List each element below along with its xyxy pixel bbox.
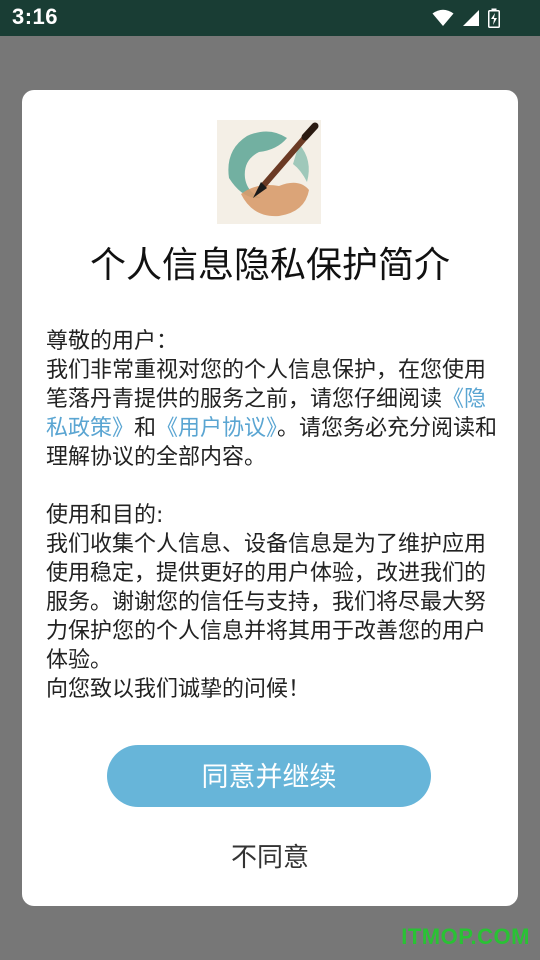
usage-heading: 使用和目的: <box>46 503 164 528</box>
status-icons <box>432 6 500 30</box>
battery-icon <box>488 8 500 28</box>
privacy-dialog: 个人信息隐私保护简介 尊敬的用户： 我们非常重视对您的个人信息保护，在您使用笔落… <box>22 90 518 906</box>
site-watermark: ITMOP.COM <box>401 924 530 949</box>
app-logo <box>217 120 321 224</box>
status-time: 3:16 <box>12 4 59 29</box>
intro-text-part1: 我们非常重视对您的个人信息保护，在您使用笔落丹青提供的服务之前，请您仔细阅读 <box>46 358 487 412</box>
disagree-button[interactable]: 不同意 <box>170 830 370 882</box>
and-text: 和 <box>134 416 157 441</box>
user-agreement-link[interactable]: 《用户协议》 <box>156 416 277 441</box>
wifi-icon <box>432 9 454 27</box>
usage-paragraph: 我们收集个人信息、设备信息是为了维护应用使用稳定，提供更好的用户体验，改进我们的… <box>46 532 487 673</box>
status-bar: 3:16 <box>0 0 540 36</box>
dialog-body: 尊敬的用户： 我们非常重视对您的个人信息保护，在您使用笔落丹青提供的服务之前，请… <box>46 327 498 704</box>
agree-continue-button[interactable]: 同意并继续 <box>107 745 431 807</box>
intro-paragraph: 我们非常重视对您的个人信息保护，在您使用笔落丹青提供的服务之前，请您仔细阅读《隐… <box>46 356 498 472</box>
dialog-title: 个人信息隐私保护简介 <box>89 245 450 286</box>
greeting-text: 尊敬的用户： <box>46 329 179 354</box>
regards-text: 向您致以我们诚挚的问候！ <box>46 677 311 702</box>
signal-icon <box>462 9 480 27</box>
